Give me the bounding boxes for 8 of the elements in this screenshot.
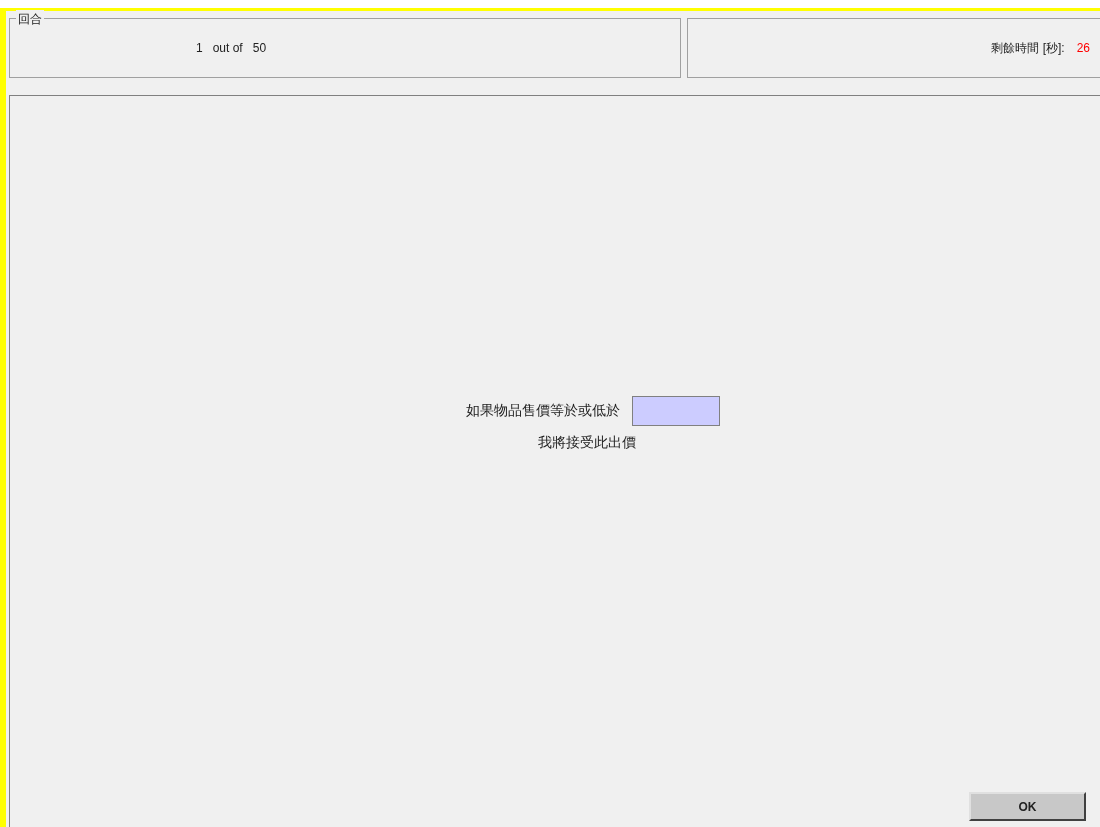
bid-prompt: 如果物品售價等於或低於 [466,401,620,420]
round-counter: 1 out of 50 [196,40,267,57]
bid-caption: 我將接受此出價 [538,432,636,452]
price-input-field[interactable] [632,395,720,426]
round-legend: 回合 [16,10,44,28]
timer-value: 26 [1076,40,1090,57]
ok-button[interactable]: OK [969,792,1086,821]
timer-label: 剩餘時間 [秒]: [991,40,1065,57]
